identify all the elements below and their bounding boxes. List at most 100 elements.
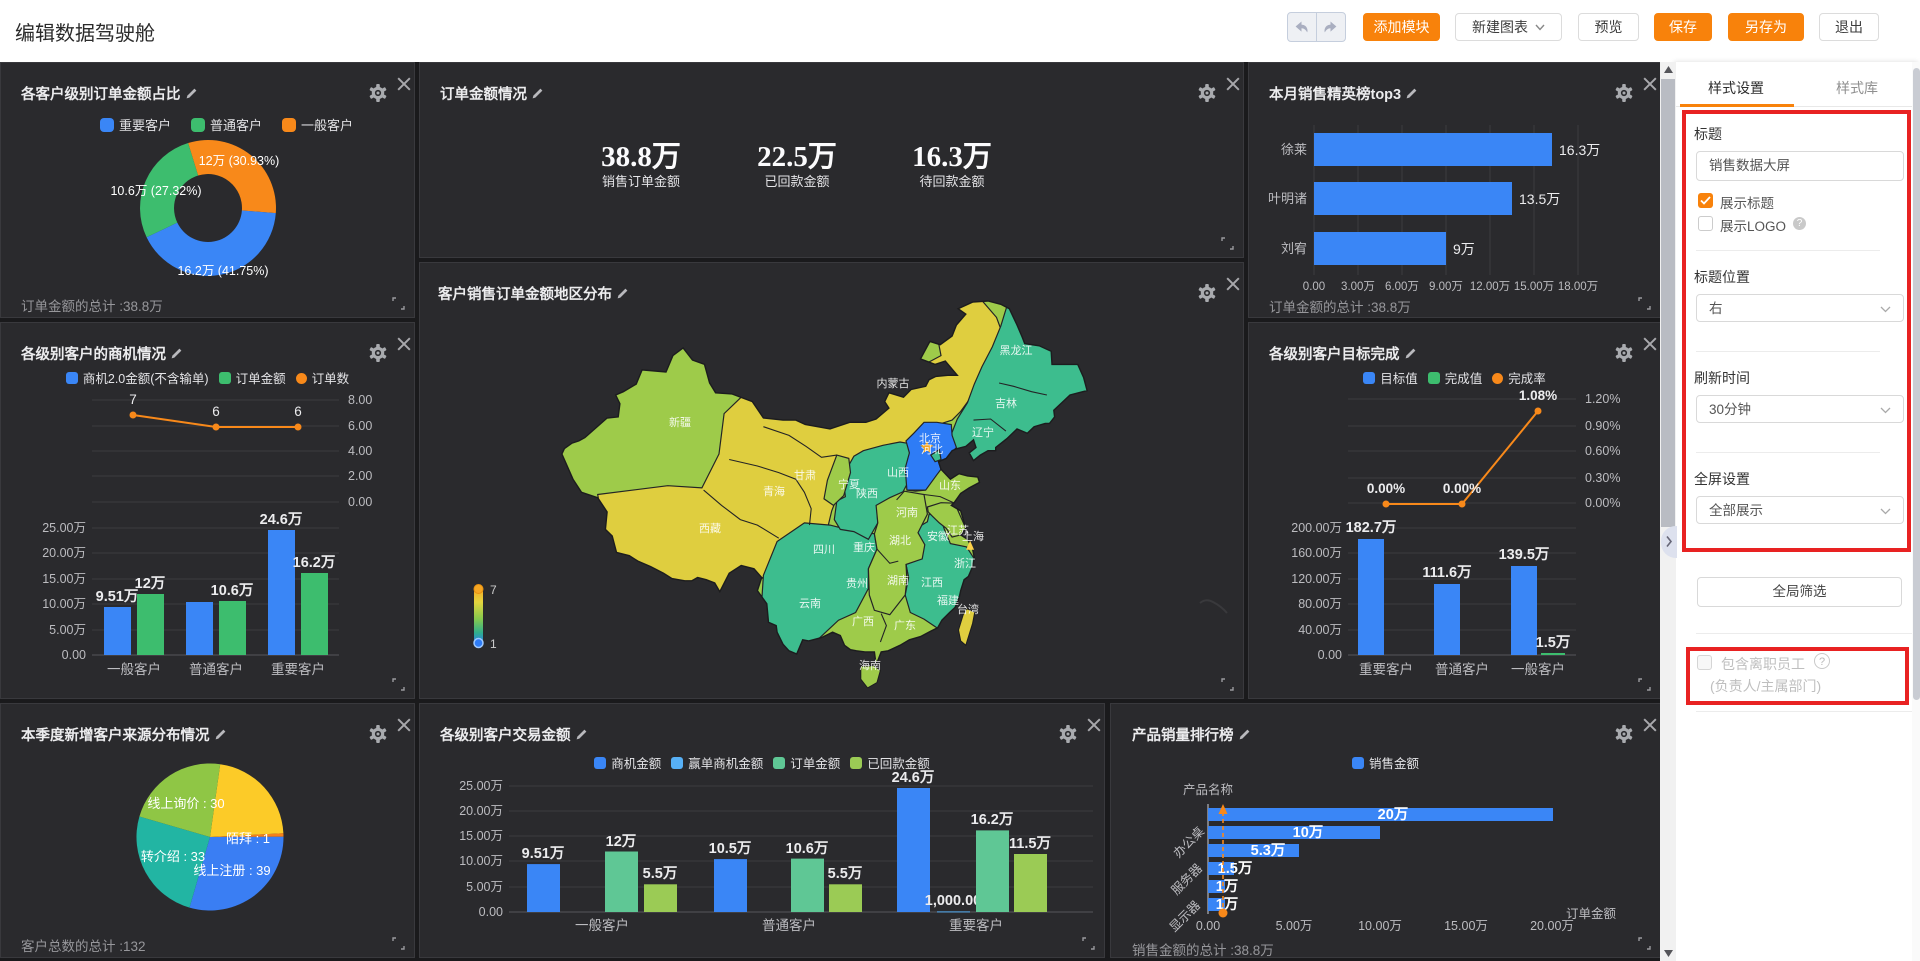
svg-text:10.6万: 10.6万 — [211, 582, 254, 599]
svg-text:1万: 1万 — [1216, 878, 1239, 895]
svg-text:1万: 1万 — [1216, 896, 1239, 913]
svg-text:0.00: 0.00 — [348, 495, 372, 509]
svg-text:1.20%: 1.20% — [1585, 392, 1620, 406]
svg-text:5.00万: 5.00万 — [1276, 919, 1313, 933]
svg-text:徐莱: 徐莱 — [1281, 142, 1307, 157]
svg-text:16.3万: 16.3万 — [1559, 142, 1600, 158]
svg-text:四川: 四川 — [813, 544, 835, 556]
svg-text:10.5万: 10.5万 — [709, 840, 752, 857]
svg-text:广西: 广西 — [852, 615, 874, 628]
svg-text:10万: 10万 — [1293, 824, 1324, 841]
svg-text:普通客户: 普通客户 — [189, 661, 243, 677]
svg-text:25.00万: 25.00万 — [459, 779, 503, 793]
svg-text:10.00万: 10.00万 — [459, 854, 503, 868]
svg-text:刘宥: 刘宥 — [1281, 241, 1307, 256]
svg-text:0.00%: 0.00% — [1443, 481, 1481, 496]
svg-text:一般客户: 一般客户 — [107, 661, 161, 677]
svg-text:9.51万: 9.51万 — [96, 588, 139, 605]
svg-text:湖北: 湖北 — [889, 534, 911, 547]
svg-text:3.00万: 3.00万 — [1341, 281, 1375, 293]
svg-text:200.00万: 200.00万 — [1291, 521, 1342, 535]
svg-text:安徽: 安徽 — [927, 529, 949, 543]
svg-text:2.00: 2.00 — [348, 469, 372, 483]
svg-text:15.00万: 15.00万 — [42, 572, 86, 586]
svg-text:9.51万: 9.51万 — [522, 845, 565, 862]
svg-text:0.00%: 0.00% — [1367, 481, 1405, 496]
svg-text:1.08%: 1.08% — [1519, 388, 1557, 403]
svg-text:0.60%: 0.60% — [1585, 444, 1620, 458]
svg-text:陕西: 陕西 — [856, 486, 878, 500]
svg-text:24.6万: 24.6万 — [892, 769, 935, 786]
svg-text:120.00万: 120.00万 — [1291, 572, 1342, 586]
svg-text:重要客户: 重要客户 — [949, 917, 1003, 933]
svg-text:0.00: 0.00 — [1318, 648, 1342, 662]
svg-text:10.00万: 10.00万 — [1358, 919, 1402, 933]
svg-text:15.00万: 15.00万 — [1514, 281, 1554, 293]
svg-text:5.3万: 5.3万 — [1251, 842, 1286, 859]
svg-text:新疆: 新疆 — [669, 415, 691, 429]
svg-text:叶明诸: 叶明诸 — [1268, 191, 1307, 206]
svg-text:1,000.00: 1,000.00 — [925, 893, 981, 909]
svg-text:重要客户: 重要客户 — [271, 661, 325, 677]
svg-text:7: 7 — [490, 583, 497, 597]
svg-text:6: 6 — [294, 404, 302, 419]
svg-text:4.00: 4.00 — [348, 444, 372, 458]
svg-text:182.7万: 182.7万 — [1346, 519, 1397, 536]
svg-text:160.00万: 160.00万 — [1291, 546, 1342, 560]
svg-text:普通客户: 普通客户 — [762, 917, 816, 933]
svg-text:5.5万: 5.5万 — [643, 865, 678, 882]
svg-text:青海: 青海 — [763, 484, 785, 498]
svg-text:辽宁: 辽宁 — [972, 425, 994, 439]
svg-text:5.00万: 5.00万 — [49, 623, 86, 637]
svg-text:黑龙江: 黑龙江 — [1000, 344, 1033, 357]
svg-text:12.00万: 12.00万 — [1470, 281, 1510, 293]
svg-text:20万: 20万 — [1378, 806, 1409, 823]
svg-text:13.5万: 13.5万 — [1519, 191, 1560, 207]
svg-text:20.00万: 20.00万 — [1530, 919, 1574, 933]
svg-text:广东: 广东 — [894, 619, 916, 632]
svg-text:10.6万 (27.32%): 10.6万 (27.32%) — [110, 184, 201, 198]
svg-text:普通客户: 普通客户 — [1435, 661, 1489, 677]
svg-text:18.00万: 18.00万 — [1558, 281, 1598, 293]
svg-text:内蒙古: 内蒙古 — [877, 376, 910, 390]
svg-text:10.6万: 10.6万 — [786, 840, 829, 857]
svg-text:80.00万: 80.00万 — [1298, 597, 1342, 611]
svg-text:西藏: 西藏 — [699, 522, 721, 535]
svg-text:1: 1 — [490, 637, 497, 651]
svg-text:云南: 云南 — [799, 597, 821, 610]
svg-text:8.00: 8.00 — [348, 393, 372, 407]
svg-text:12万: 12万 — [135, 575, 166, 592]
svg-text:0.00: 0.00 — [479, 905, 503, 919]
svg-text:5.00万: 5.00万 — [466, 880, 503, 894]
svg-text:上海: 上海 — [962, 529, 984, 543]
svg-text:产品名称: 产品名称 — [1183, 782, 1233, 797]
svg-text:6.00: 6.00 — [348, 419, 372, 433]
svg-text:线上询价 : 30: 线上询价 : 30 — [147, 796, 224, 811]
svg-text:139.5万: 139.5万 — [1499, 546, 1550, 563]
svg-text:甘肃: 甘肃 — [794, 469, 816, 482]
svg-text:0.00: 0.00 — [1303, 281, 1325, 293]
svg-text:0.00%: 0.00% — [1585, 496, 1620, 510]
svg-text:重要客户: 重要客户 — [1359, 661, 1413, 677]
svg-text:7: 7 — [129, 392, 137, 407]
svg-text:6: 6 — [212, 404, 220, 419]
svg-text:0.00: 0.00 — [1196, 919, 1220, 933]
svg-text:40.00万: 40.00万 — [1298, 623, 1342, 637]
svg-text:海南: 海南 — [859, 658, 881, 672]
svg-text:北京: 北京 — [919, 431, 941, 445]
svg-text:10.00万: 10.00万 — [42, 597, 86, 611]
svg-text:9.00万: 9.00万 — [1429, 281, 1463, 293]
svg-text:16.2万: 16.2万 — [971, 811, 1014, 828]
svg-text:服务器: 服务器 — [1168, 860, 1205, 897]
svg-text:1.5万: 1.5万 — [1536, 634, 1571, 651]
svg-text:24.6万: 24.6万 — [260, 511, 303, 528]
svg-text:16.2万: 16.2万 — [293, 554, 336, 571]
svg-text:贵州: 贵州 — [846, 577, 868, 590]
svg-text:办公桌: 办公桌 — [1170, 823, 1207, 860]
svg-text:吉林: 吉林 — [995, 396, 1017, 410]
svg-text:16.2万 (41.75%): 16.2万 (41.75%) — [177, 264, 268, 278]
svg-text:山东: 山东 — [939, 479, 961, 492]
svg-text:重庆: 重庆 — [853, 540, 875, 554]
svg-text:线上注册 : 39: 线上注册 : 39 — [193, 863, 270, 878]
svg-text:12万: 12万 — [606, 833, 637, 850]
